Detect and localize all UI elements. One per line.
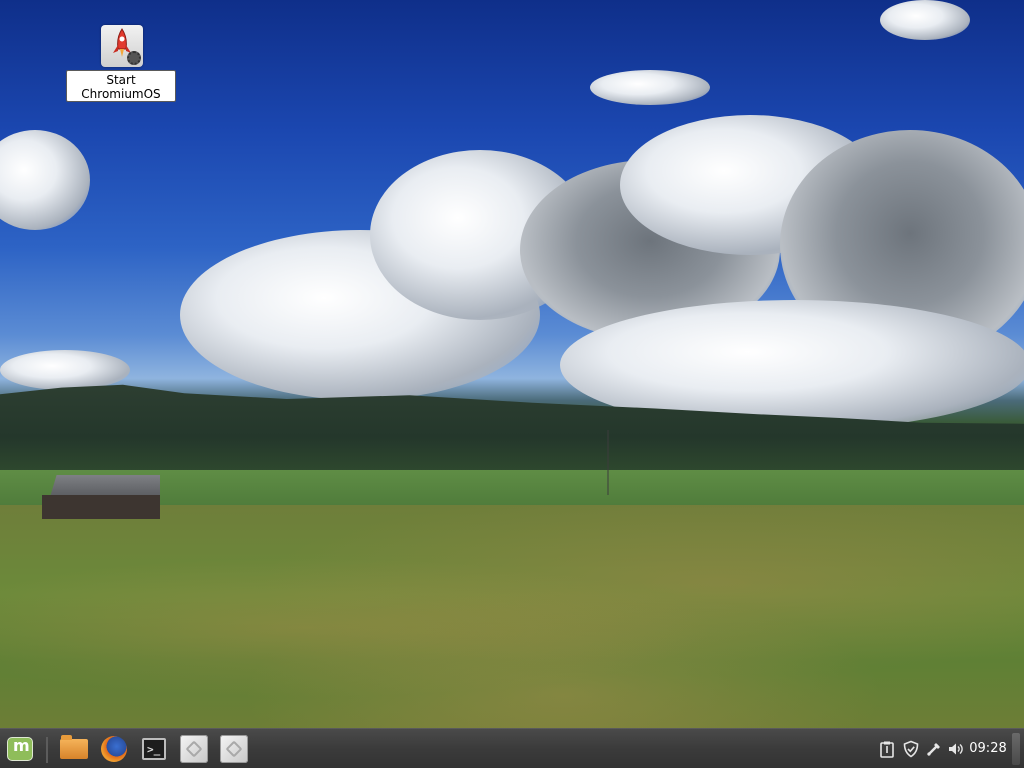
- desktop-icon-label-line1: Start: [106, 73, 136, 87]
- firefox-icon: [101, 736, 127, 762]
- generic-app-icon: [220, 735, 248, 763]
- taskbar-separator: [46, 737, 48, 763]
- launcher-app-2[interactable]: [220, 735, 248, 763]
- taskbar-clock[interactable]: 09:28: [968, 729, 1008, 769]
- launcher-app-1[interactable]: [180, 735, 208, 763]
- windmill-image: [603, 430, 613, 495]
- terminal-icon: >_: [142, 738, 166, 760]
- tray-network[interactable]: [925, 729, 943, 769]
- launcher-files[interactable]: [60, 735, 88, 763]
- linux-mint-logo-icon: [7, 736, 33, 761]
- speaker-icon: [949, 743, 963, 755]
- generic-app-icon: [180, 735, 208, 763]
- cloud: [880, 0, 970, 40]
- desktop-icon-label-line2: ChromiumOS: [81, 87, 161, 101]
- network-icon: [927, 743, 940, 756]
- folder-icon: [60, 735, 88, 759]
- tray-volume[interactable]: [947, 729, 965, 769]
- desktop-background: Start ChromiumOS: [0, 0, 1024, 728]
- desktop-icon-start-chromiumos[interactable]: Start ChromiumOS: [66, 24, 178, 104]
- tray-clipboard[interactable]: [878, 729, 896, 769]
- cloud: [590, 70, 710, 105]
- clipboard-icon: [880, 741, 894, 758]
- grass-field: [0, 505, 1024, 728]
- shield-icon: [903, 740, 919, 758]
- show-desktop-button[interactable]: [1012, 733, 1020, 765]
- desktop-icon-label: Start ChromiumOS: [66, 70, 176, 102]
- cloud: [0, 350, 130, 390]
- tray-security[interactable]: [902, 729, 920, 769]
- start-menu-button[interactable]: [5, 735, 35, 763]
- launcher-terminal[interactable]: >_: [140, 735, 168, 763]
- launcher-firefox[interactable]: [100, 735, 128, 763]
- cloud: [0, 130, 90, 230]
- barn-image: [42, 475, 160, 519]
- taskbar: >_ 09:28: [0, 728, 1024, 768]
- rocket-gear-icon: [101, 25, 143, 67]
